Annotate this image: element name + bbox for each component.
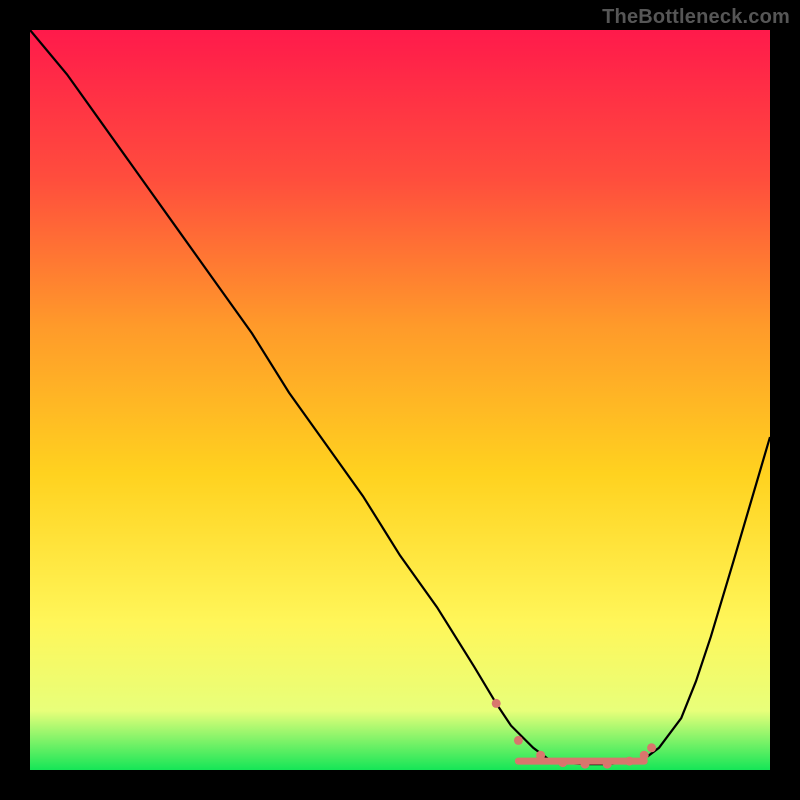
curve-layer bbox=[30, 30, 770, 770]
threshold-marker bbox=[647, 743, 656, 752]
threshold-marker bbox=[603, 760, 612, 769]
threshold-marker bbox=[558, 758, 567, 767]
watermark: TheBottleneck.com bbox=[602, 6, 790, 29]
bottleneck-curve bbox=[30, 30, 770, 764]
threshold-marker bbox=[536, 751, 545, 760]
plot-area bbox=[30, 30, 770, 770]
threshold-marker bbox=[581, 760, 590, 769]
threshold-marker bbox=[640, 751, 649, 760]
threshold-marker bbox=[514, 736, 523, 745]
chart-frame: TheBottleneck.com bbox=[0, 0, 800, 800]
threshold-marker bbox=[492, 699, 501, 708]
threshold-marker bbox=[625, 757, 634, 766]
